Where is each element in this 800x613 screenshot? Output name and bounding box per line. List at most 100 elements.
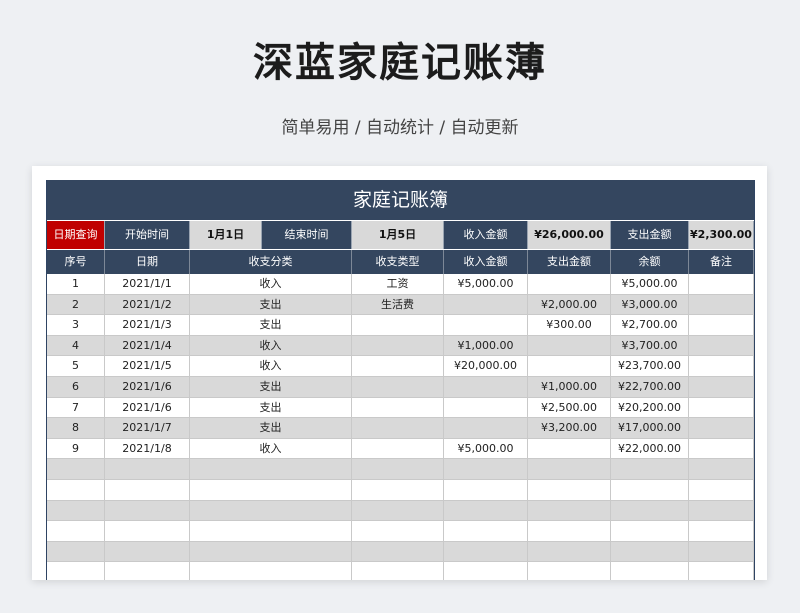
- note-cell[interactable]: [689, 335, 754, 357]
- expense-cell[interactable]: ¥2,500.00: [528, 397, 611, 419]
- note-cell[interactable]: [689, 274, 754, 295]
- type-cell[interactable]: 工资: [352, 274, 444, 295]
- income-cell[interactable]: ¥20,000.00: [444, 356, 528, 377]
- date-cell[interactable]: [105, 500, 190, 522]
- date-cell[interactable]: 2021/1/2: [105, 294, 190, 316]
- income-cell[interactable]: [444, 459, 528, 480]
- balance-cell[interactable]: ¥17,000.00: [611, 418, 689, 439]
- balance-cell[interactable]: ¥2,700.00: [611, 315, 689, 336]
- type-cell[interactable]: [352, 335, 444, 357]
- date-cell[interactable]: 2021/1/8: [105, 438, 190, 460]
- row-number-cell[interactable]: [47, 562, 105, 580]
- category-cell[interactable]: [190, 562, 352, 580]
- category-cell[interactable]: [190, 459, 352, 480]
- type-cell[interactable]: [352, 418, 444, 439]
- type-cell[interactable]: [352, 438, 444, 460]
- date-cell[interactable]: 2021/1/4: [105, 335, 190, 357]
- type-cell[interactable]: [352, 500, 444, 522]
- row-number-cell[interactable]: 6: [47, 376, 105, 398]
- note-cell[interactable]: [689, 562, 754, 580]
- expense-cell[interactable]: [528, 459, 611, 480]
- type-cell[interactable]: [352, 521, 444, 542]
- note-cell[interactable]: [689, 315, 754, 336]
- note-cell[interactable]: [689, 438, 754, 460]
- note-cell[interactable]: [689, 418, 754, 439]
- row-number-cell[interactable]: 3: [47, 315, 105, 336]
- expense-cell[interactable]: ¥300.00: [528, 315, 611, 336]
- date-cell[interactable]: [105, 521, 190, 542]
- balance-cell[interactable]: [611, 479, 689, 501]
- balance-cell[interactable]: ¥3,000.00: [611, 294, 689, 316]
- category-cell[interactable]: 收入: [190, 356, 352, 377]
- note-cell[interactable]: [689, 521, 754, 542]
- category-cell[interactable]: 支出: [190, 315, 352, 336]
- type-cell[interactable]: [352, 479, 444, 501]
- note-cell[interactable]: [689, 397, 754, 419]
- category-cell[interactable]: 支出: [190, 397, 352, 419]
- note-cell[interactable]: [689, 294, 754, 316]
- balance-cell[interactable]: [611, 500, 689, 522]
- type-cell[interactable]: [352, 356, 444, 377]
- category-cell[interactable]: [190, 541, 352, 563]
- row-number-cell[interactable]: 2: [47, 294, 105, 316]
- date-cell[interactable]: 2021/1/1: [105, 274, 190, 295]
- expense-cell[interactable]: ¥2,000.00: [528, 294, 611, 316]
- date-cell[interactable]: 2021/1/5: [105, 356, 190, 377]
- type-cell[interactable]: [352, 459, 444, 480]
- income-cell[interactable]: [444, 294, 528, 316]
- income-cell[interactable]: [444, 315, 528, 336]
- balance-cell[interactable]: ¥5,000.00: [611, 274, 689, 295]
- row-number-cell[interactable]: [47, 459, 105, 480]
- expense-cell[interactable]: [528, 356, 611, 377]
- expense-cell[interactable]: ¥1,000.00: [528, 376, 611, 398]
- note-cell[interactable]: [689, 356, 754, 377]
- expense-cell[interactable]: [528, 521, 611, 542]
- expense-cell[interactable]: [528, 438, 611, 460]
- income-cell[interactable]: ¥5,000.00: [444, 438, 528, 460]
- date-cell[interactable]: [105, 459, 190, 480]
- type-cell[interactable]: [352, 315, 444, 336]
- end-date-cell[interactable]: 1月5日: [352, 221, 444, 249]
- type-cell[interactable]: [352, 541, 444, 563]
- expense-cell[interactable]: [528, 335, 611, 357]
- row-number-cell[interactable]: 7: [47, 397, 105, 419]
- category-cell[interactable]: 收入: [190, 335, 352, 357]
- balance-cell[interactable]: ¥22,700.00: [611, 376, 689, 398]
- balance-cell[interactable]: ¥3,700.00: [611, 335, 689, 357]
- expense-cell[interactable]: [528, 500, 611, 522]
- note-cell[interactable]: [689, 376, 754, 398]
- row-number-cell[interactable]: [47, 500, 105, 522]
- income-cell[interactable]: [444, 376, 528, 398]
- date-cell[interactable]: [105, 562, 190, 580]
- balance-cell[interactable]: [611, 521, 689, 542]
- income-cell[interactable]: ¥1,000.00: [444, 335, 528, 357]
- balance-cell[interactable]: ¥20,200.00: [611, 397, 689, 419]
- expense-cell[interactable]: [528, 479, 611, 501]
- category-cell[interactable]: 收入: [190, 274, 352, 295]
- balance-cell[interactable]: [611, 541, 689, 563]
- income-cell[interactable]: [444, 500, 528, 522]
- category-cell[interactable]: [190, 479, 352, 501]
- expense-cell[interactable]: ¥3,200.00: [528, 418, 611, 439]
- note-cell[interactable]: [689, 459, 754, 480]
- income-cell[interactable]: [444, 541, 528, 563]
- date-cell[interactable]: [105, 541, 190, 563]
- balance-cell[interactable]: [611, 459, 689, 480]
- row-number-cell[interactable]: 1: [47, 274, 105, 295]
- row-number-cell[interactable]: [47, 479, 105, 501]
- balance-cell[interactable]: [611, 562, 689, 580]
- note-cell[interactable]: [689, 541, 754, 563]
- type-cell[interactable]: [352, 397, 444, 419]
- type-cell[interactable]: 生活费: [352, 294, 444, 316]
- row-number-cell[interactable]: 4: [47, 335, 105, 357]
- note-cell[interactable]: [689, 500, 754, 522]
- date-cell[interactable]: 2021/1/7: [105, 418, 190, 439]
- expense-cell[interactable]: [528, 274, 611, 295]
- expense-cell[interactable]: [528, 541, 611, 563]
- row-number-cell[interactable]: [47, 541, 105, 563]
- category-cell[interactable]: 支出: [190, 294, 352, 316]
- income-cell[interactable]: ¥5,000.00: [444, 274, 528, 295]
- date-cell[interactable]: 2021/1/6: [105, 397, 190, 419]
- income-cell[interactable]: [444, 562, 528, 580]
- row-number-cell[interactable]: [47, 521, 105, 542]
